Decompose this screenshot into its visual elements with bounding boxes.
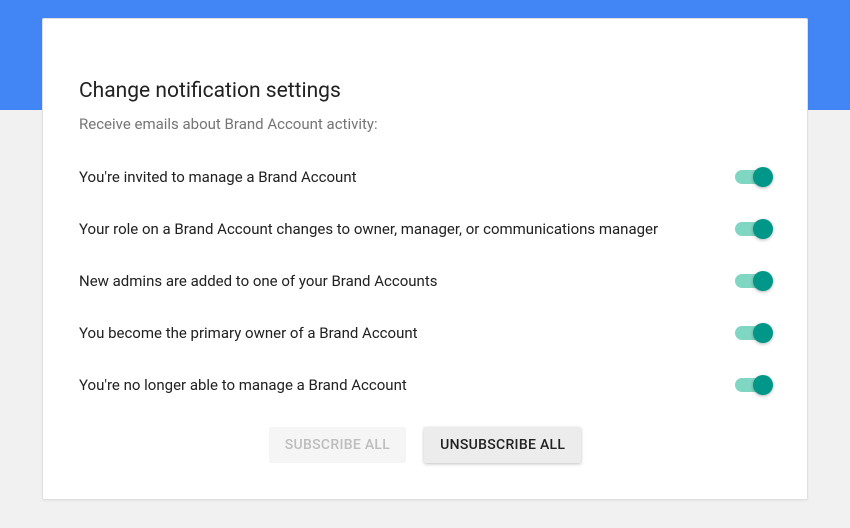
notification-toggle-invited[interactable]: [735, 167, 771, 187]
notification-toggle-role-change[interactable]: [735, 219, 771, 239]
notification-settings-card: Change notification settings Receive ema…: [42, 18, 808, 500]
toggle-thumb: [753, 375, 773, 395]
notification-toggle-primary-owner[interactable]: [735, 323, 771, 343]
notification-label: Your role on a Brand Account changes to …: [79, 220, 658, 238]
toggle-thumb: [753, 271, 773, 291]
notification-label: You become the primary owner of a Brand …: [79, 324, 418, 342]
notification-label: New admins are added to one of your Bran…: [79, 272, 437, 290]
notification-row: You're invited to manage a Brand Account: [79, 167, 771, 187]
page-subtitle: Receive emails about Brand Account activ…: [79, 115, 771, 133]
page-title: Change notification settings: [79, 79, 771, 103]
notification-toggle-no-longer-manage[interactable]: [735, 375, 771, 395]
notification-row: You become the primary owner of a Brand …: [79, 323, 771, 343]
toggle-thumb: [753, 219, 773, 239]
subscribe-all-button[interactable]: SUBSCRIBE ALL: [269, 427, 406, 463]
notification-row: You're no longer able to manage a Brand …: [79, 375, 771, 395]
button-row: SUBSCRIBE ALL UNSUBSCRIBE ALL: [79, 427, 771, 463]
notification-label: You're no longer able to manage a Brand …: [79, 376, 407, 394]
notification-label: You're invited to manage a Brand Account: [79, 168, 357, 186]
notification-toggle-new-admins[interactable]: [735, 271, 771, 291]
notification-row: New admins are added to one of your Bran…: [79, 271, 771, 291]
toggle-thumb: [753, 167, 773, 187]
toggle-thumb: [753, 323, 773, 343]
unsubscribe-all-button[interactable]: UNSUBSCRIBE ALL: [424, 427, 581, 463]
notification-row: Your role on a Brand Account changes to …: [79, 219, 771, 239]
